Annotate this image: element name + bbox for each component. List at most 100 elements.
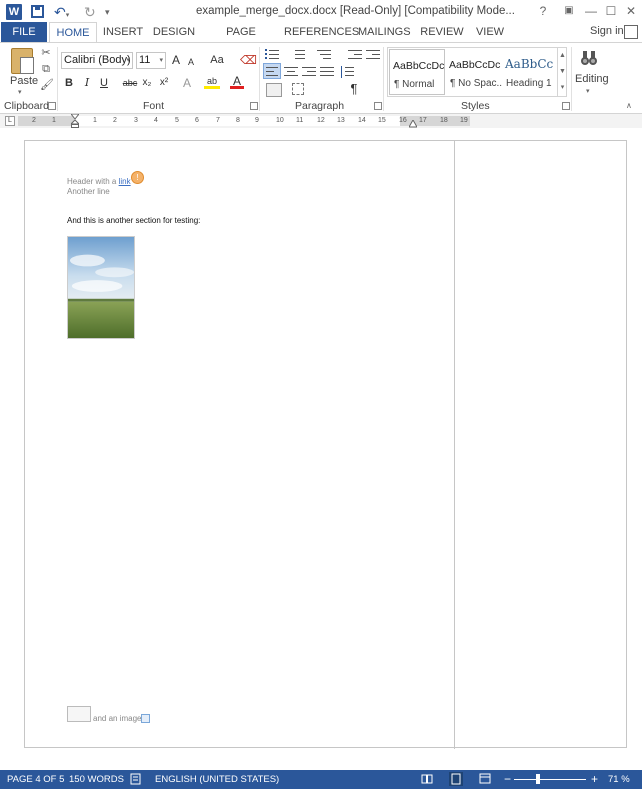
maximize-icon[interactable]: ☐ xyxy=(600,2,622,20)
bold-button[interactable]: B xyxy=(63,75,75,91)
italic-button[interactable]: I xyxy=(81,75,93,91)
paste-button[interactable]: Paste xyxy=(10,75,38,87)
undo-icon[interactable]: ↶▾ xyxy=(54,4,76,20)
print-layout-icon[interactable] xyxy=(449,772,463,786)
align-left-icon[interactable] xyxy=(263,63,281,79)
font-color-button[interactable]: A xyxy=(230,73,244,89)
align-right-icon[interactable] xyxy=(302,66,316,78)
tab-review[interactable]: REVIEW xyxy=(420,22,464,42)
horizontal-ruler[interactable]: 2 1 1 2 3 4 5 6 7 8 9 10 11 12 13 14 15 … xyxy=(18,116,470,126)
gallery-scroll-up-icon[interactable]: ▲ xyxy=(557,48,567,64)
tab-mailings[interactable]: MAILINGS xyxy=(358,22,411,42)
proofing-icon[interactable] xyxy=(130,773,142,785)
decrease-indent-icon[interactable] xyxy=(348,49,362,61)
minimize-icon[interactable]: — xyxy=(580,2,602,20)
superscript-button[interactable]: x² xyxy=(157,75,171,91)
ruler-left-margin xyxy=(18,116,74,126)
document-page[interactable]: Header with a link ! Another line And th… xyxy=(24,140,627,749)
footer-image-placeholder[interactable] xyxy=(67,706,91,722)
zoom-slider-thumb[interactable] xyxy=(536,774,540,784)
bullets-icon[interactable] xyxy=(265,49,279,61)
footer-inline-image-icon[interactable] xyxy=(141,714,150,723)
close-icon[interactable]: ✕ xyxy=(620,2,642,20)
web-layout-icon[interactable] xyxy=(479,773,491,785)
numbering-icon[interactable] xyxy=(291,49,305,61)
customize-toolbar-icon[interactable]: ▾ xyxy=(105,4,113,20)
grow-font-button[interactable]: A xyxy=(170,52,182,68)
tab-page-layout[interactable]: PAGE LAYOUT xyxy=(206,22,276,58)
ruler-number: 3 xyxy=(134,117,138,124)
borders-icon[interactable] xyxy=(292,83,304,95)
paste-icon[interactable] xyxy=(11,48,34,74)
gallery-scroll-down-icon[interactable]: ▼ xyxy=(557,64,567,80)
style-sample: AaBbCcDc xyxy=(449,59,501,71)
save-icon[interactable] xyxy=(31,5,44,18)
format-painter-icon[interactable]: 🖌 xyxy=(40,79,54,91)
zoom-level[interactable]: 71 % xyxy=(608,774,630,785)
paragraph-launcher-icon[interactable] xyxy=(374,102,382,110)
ruler-number: 7 xyxy=(216,117,220,124)
gallery-more-icon[interactable]: ▾ xyxy=(557,80,567,96)
status-bar: PAGE 4 OF 5 150 WORDS ENGLISH (UNITED ST… xyxy=(0,770,642,789)
header-link[interactable]: link xyxy=(119,177,131,186)
tab-references[interactable]: REFERENCES xyxy=(284,22,359,42)
ribbon-home: Paste ▾ ✂ ⧉ 🖌 Clipboard Calibri (Body) ▾… xyxy=(0,42,642,114)
collapse-ribbon-icon[interactable]: ∧ xyxy=(626,101,632,110)
zoom-in-button[interactable]: + xyxy=(591,772,598,786)
right-indent-marker-icon[interactable] xyxy=(409,120,417,128)
clipboard-launcher-icon[interactable] xyxy=(48,102,56,110)
increase-indent-icon[interactable] xyxy=(366,49,380,61)
font-size-select[interactable]: 11 ▾ xyxy=(136,52,166,69)
change-case-button[interactable]: Aa xyxy=(206,52,228,68)
ribbon-display-options-icon[interactable]: ▣ xyxy=(558,2,580,20)
subscript-button[interactable]: x₂ xyxy=(140,75,154,91)
paste-dropdown-icon[interactable]: ▾ xyxy=(18,88,22,96)
multilevel-list-icon[interactable] xyxy=(317,49,331,61)
indent-marker-icon[interactable] xyxy=(71,114,79,128)
underline-button[interactable]: U xyxy=(98,75,110,91)
tab-file[interactable]: FILE xyxy=(1,22,47,42)
field-photo[interactable] xyxy=(67,236,135,339)
line-spacing-icon[interactable] xyxy=(340,66,354,78)
tab-view[interactable]: VIEW xyxy=(472,22,508,42)
styles-gallery: AaBbCcDc ¶ Normal AaBbCcDc ¶ No Spac... … xyxy=(387,47,567,97)
word-count-status[interactable]: 150 WORDS xyxy=(69,774,124,785)
style-normal[interactable]: AaBbCcDc ¶ Normal xyxy=(389,49,445,95)
document-area[interactable]: Header with a link ! Another line And th… xyxy=(0,128,642,770)
zoom-out-button[interactable]: − xyxy=(504,772,511,786)
shading-icon[interactable] xyxy=(266,83,282,97)
styles-group-label: Styles xyxy=(461,100,490,112)
clear-formatting-icon[interactable]: ⌫ xyxy=(240,52,257,68)
binoculars-icon[interactable] xyxy=(580,49,598,67)
strikethrough-button[interactable]: abc xyxy=(122,75,138,91)
justify-icon[interactable] xyxy=(320,66,334,78)
read-mode-icon[interactable] xyxy=(421,773,433,785)
tab-insert[interactable]: INSERT xyxy=(100,22,146,42)
editing-button[interactable]: Editing xyxy=(575,73,609,85)
font-launcher-icon[interactable] xyxy=(250,102,258,110)
help-icon[interactable]: ? xyxy=(532,2,554,20)
style-heading-1[interactable]: AaBbCc Heading 1 xyxy=(502,49,558,95)
zoom-slider-track[interactable] xyxy=(514,779,586,780)
styles-launcher-icon[interactable] xyxy=(562,102,570,110)
font-name-select[interactable]: Calibri (Body) ▾ xyxy=(61,52,133,69)
tab-design[interactable]: DESIGN xyxy=(150,22,198,42)
sign-in-link[interactable]: Sign in xyxy=(590,25,624,37)
redo-icon[interactable]: ↻ xyxy=(84,4,98,20)
align-center-icon[interactable] xyxy=(284,66,298,78)
tab-home[interactable]: HOME xyxy=(49,22,97,43)
copy-icon[interactable]: ⧉ xyxy=(40,63,52,75)
style-no-spacing[interactable]: AaBbCcDc ¶ No Spac... xyxy=(446,49,502,95)
text-effects-button[interactable]: A xyxy=(180,75,194,91)
show-formatting-marks-button[interactable]: ¶ xyxy=(348,81,360,97)
highlight-color-button[interactable]: ab xyxy=(204,73,220,89)
language-status[interactable]: ENGLISH (UNITED STATES) xyxy=(155,774,279,785)
comment-icon[interactable]: ! xyxy=(131,171,144,184)
shrink-font-button[interactable]: A xyxy=(186,54,196,70)
smiley-feedback-icon[interactable] xyxy=(624,25,638,39)
editing-dropdown-icon[interactable]: ▾ xyxy=(586,87,590,95)
cut-icon[interactable]: ✂ xyxy=(40,47,52,59)
page-count-status[interactable]: PAGE 4 OF 5 xyxy=(7,774,64,785)
word-logo-icon[interactable]: W xyxy=(6,4,22,20)
tab-stop-selector[interactable]: L xyxy=(5,116,15,126)
